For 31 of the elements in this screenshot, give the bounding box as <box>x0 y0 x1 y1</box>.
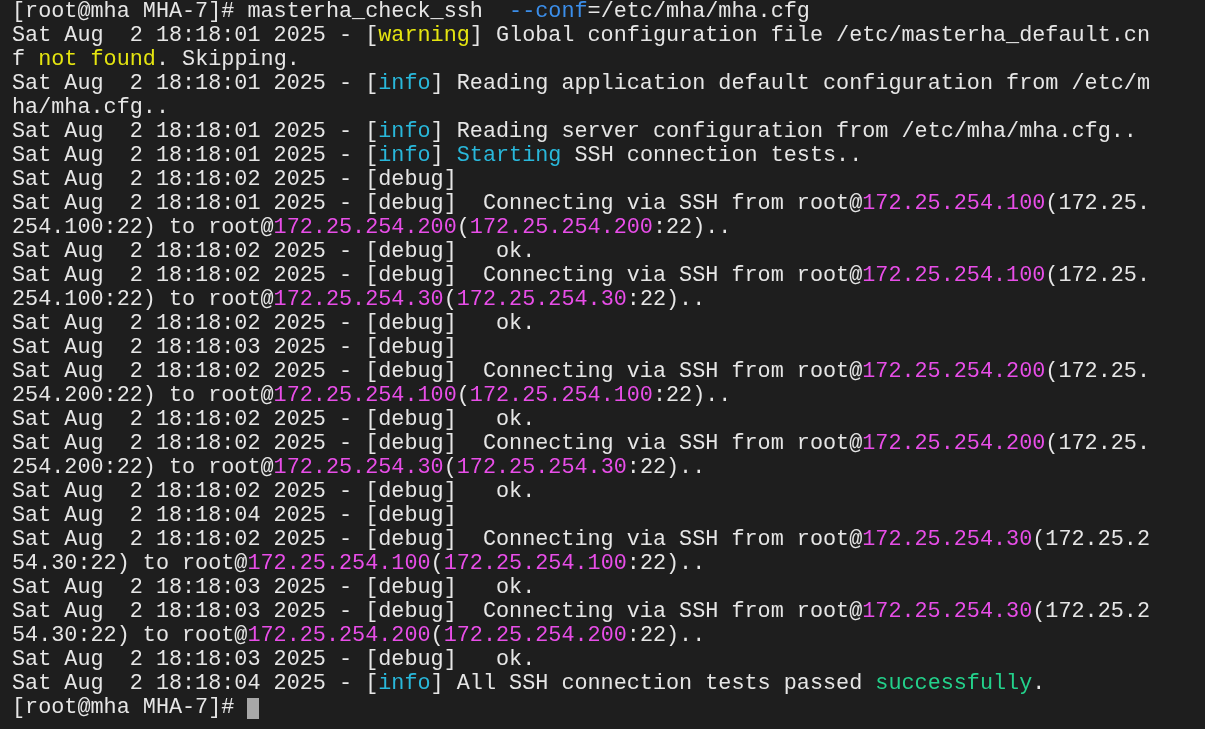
terminal-line: Sat Aug 2 18:18:03 2025 - [debug] <box>12 336 457 360</box>
terminal-line: Sat Aug 2 18:18:03 2025 - [debug] ok. <box>12 648 536 672</box>
terminal-line: Sat Aug 2 18:18:02 2025 - [debug] ok. <box>12 312 536 336</box>
terminal-line: 54.30:22) to root@172.25.254.100(172.25.254.100:22).. <box>12 552 706 576</box>
terminal-line: Sat Aug 2 18:18:01 2025 - [info] Reading application default configuration from /etc/m <box>12 72 1150 96</box>
shell-prompt: [root@mha MHA-7]# <box>12 696 236 720</box>
terminal-line: Sat Aug 2 18:18:02 2025 - [debug] Connecting via SSH from root@172.25.254.200(172.25. <box>12 360 1150 384</box>
terminal-line: Sat Aug 2 18:18:01 2025 - [debug] Connecting via SSH from root@172.25.254.100(172.25. <box>12 192 1150 216</box>
terminal-line: [root@mha MHA-7]# masterha_check_ssh --conf=/etc/mha/mha.cfg <box>12 0 810 24</box>
terminal-line: Sat Aug 2 18:18:01 2025 - [info] Starting SSH connection tests.. <box>12 144 863 168</box>
terminal-line: 254.100:22) to root@172.25.254.30(172.25.254.30:22).. <box>12 288 706 312</box>
terminal-line: 254.100:22) to root@172.25.254.200(172.25.254.200:22).. <box>12 216 732 240</box>
terminal-line: Sat Aug 2 18:18:01 2025 - [info] Reading server configuration from /etc/mha/mha.cfg.. <box>12 120 1137 144</box>
terminal-line: Sat Aug 2 18:18:03 2025 - [debug] Connecting via SSH from root@172.25.254.30(172.25.2 <box>12 600 1150 624</box>
terminal-line: Sat Aug 2 18:18:02 2025 - [debug] ok. <box>12 408 536 432</box>
terminal-line: Sat Aug 2 18:18:03 2025 - [debug] ok. <box>12 576 536 600</box>
terminal-line: Sat Aug 2 18:18:02 2025 - [debug] ok. <box>12 480 536 504</box>
terminal-line: ha/mha.cfg.. <box>12 96 169 120</box>
terminal-line: Sat Aug 2 18:18:02 2025 - [debug] Connecting via SSH from root@172.25.254.30(172.25.2 <box>12 528 1150 552</box>
terminal-line: Sat Aug 2 18:18:04 2025 - [info] All SSH connection tests passed successfully. <box>12 672 1046 696</box>
terminal-line: 254.200:22) to root@172.25.254.100(172.25.254.100:22).. <box>12 384 732 408</box>
terminal-line: Sat Aug 2 18:18:02 2025 - [debug] ok. <box>12 240 536 264</box>
terminal-line: Sat Aug 2 18:18:02 2025 - [debug] Connecting via SSH from root@172.25.254.100(172.25. <box>12 264 1150 288</box>
terminal-line: Sat Aug 2 18:18:04 2025 - [debug] <box>12 504 457 528</box>
terminal-line: 254.200:22) to root@172.25.254.30(172.25.254.30:22).. <box>12 456 706 480</box>
terminal-line: Sat Aug 2 18:18:02 2025 - [debug] <box>12 168 457 192</box>
text-cursor <box>247 697 260 719</box>
terminal-line: f not found. Skipping. <box>12 48 300 72</box>
terminal-line: Sat Aug 2 18:18:02 2025 - [debug] Connecting via SSH from root@172.25.254.200(172.25. <box>12 432 1150 456</box>
terminal-line: 54.30:22) to root@172.25.254.200(172.25.254.200:22).. <box>12 624 706 648</box>
terminal-line: Sat Aug 2 18:18:01 2025 - [warning] Global configuration file /etc/masterha_default.cn <box>12 24 1150 48</box>
